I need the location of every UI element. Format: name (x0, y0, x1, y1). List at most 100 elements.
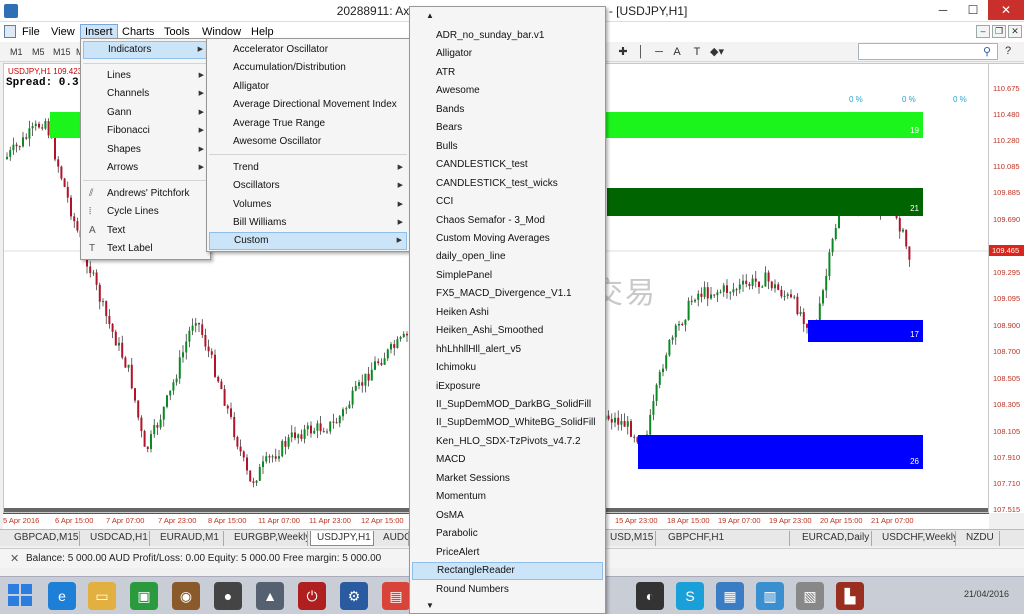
supply-zone[interactable]: 21 (607, 188, 923, 216)
chart-tab[interactable]: EURCAD,Daily (796, 531, 872, 546)
menu-item-custom-indicator[interactable]: Momentum (412, 488, 603, 506)
menu-item-oscillators[interactable]: Oscillators ▶ (209, 177, 407, 195)
menu-item-custom-indicator[interactable]: ATR (412, 64, 603, 82)
menu-item-custom-indicator[interactable]: CCI (412, 193, 603, 211)
menu-item-custom-indicator[interactable]: Ichimoku (412, 359, 603, 377)
menu-item-custom-indicator[interactable]: Chaos Semafor - 3_Mod (412, 212, 603, 230)
menu-item-custom-indicator[interactable]: SimplePanel (412, 267, 603, 285)
store-icon[interactable]: ▣ (130, 582, 158, 610)
chart-tab[interactable]: EURAUD,M1 (154, 531, 224, 546)
menu-item-custom-indicator[interactable]: CANDLESTICK_test (412, 156, 603, 174)
chart-tab[interactable]: GBPCAD,M15 (8, 531, 80, 546)
menu-item-fibonacci[interactable]: Fibonacci ▶ (83, 122, 208, 140)
menu-item-indicator[interactable]: Accelerator Oscillator (209, 41, 407, 59)
menu-item-indicator[interactable]: Awesome Oscillator (209, 133, 407, 151)
start-button[interactable] (8, 584, 34, 608)
menu-item-custom-indicator[interactable]: Bulls (412, 138, 603, 156)
media-icon[interactable]: ● (214, 582, 242, 610)
trading-terminal-icon[interactable]: ▙ (836, 582, 864, 610)
menu-item-custom[interactable]: Custom ▶ (209, 232, 407, 250)
menu-item-bill-williams[interactable]: Bill Williams ▶ (209, 214, 407, 232)
menu-item-andrews-pitchfork[interactable]: ⫽ Andrews' Pitchfork (83, 185, 208, 203)
shapes-dropdown-icon[interactable]: ◆▾ (709, 45, 725, 59)
chart-tab[interactable]: AUDC (377, 531, 409, 546)
scroll-up-icon[interactable]: ▲ (426, 11, 434, 20)
menu-item-indicator[interactable]: Accumulation/Distribution (209, 59, 407, 77)
app-icon[interactable]: ▧ (796, 582, 824, 610)
timeframe-m5[interactable]: M5 (30, 45, 47, 59)
text-tool-icon[interactable]: A (669, 45, 685, 59)
app-icon[interactable]: ▲ (256, 582, 284, 610)
mdi-restore-button[interactable]: ❐ (992, 25, 1006, 38)
menu-item-custom-indicator[interactable]: daily_open_line (412, 248, 603, 266)
menu-item-indicators[interactable]: Indicators ▶ (83, 41, 208, 59)
app-icon[interactable]: ▥ (756, 582, 784, 610)
menu-item-text[interactable]: A Text (83, 222, 208, 240)
demand-zone[interactable]: 26 (638, 435, 923, 469)
settings-icon[interactable]: ⚙ (340, 582, 368, 610)
menu-item-custom-indicator[interactable]: Parabolic (412, 525, 603, 543)
menu-item-indicator[interactable]: Alligator (209, 78, 407, 96)
menu-item-custom-indicator[interactable]: II_SupDemMOD_WhiteBG_SolidFill (412, 414, 603, 432)
menu-item-custom-indicator[interactable]: Bears (412, 119, 603, 137)
text-label-tool-icon[interactable]: T (689, 45, 705, 59)
menu-item-trend[interactable]: Trend ▶ (209, 159, 407, 177)
search-input[interactable] (858, 43, 998, 60)
menu-item-indicator[interactable]: Average Directional Movement Index (209, 96, 407, 114)
search-icon[interactable]: ⚲ (983, 45, 991, 58)
menu-item-custom-indicator[interactable]: MACD (412, 451, 603, 469)
power-icon[interactable]: ⏻ (298, 582, 326, 610)
skype-icon[interactable]: S (676, 582, 704, 610)
vertical-line-icon[interactable]: │ (633, 45, 649, 59)
help-icon[interactable]: ? (1005, 45, 1011, 57)
menu-item-shapes[interactable]: Shapes ▶ (83, 141, 208, 159)
app-icon[interactable]: ▦ (716, 582, 744, 610)
timeframe-m15[interactable]: M15 (51, 45, 73, 59)
menu-item-custom-indicator[interactable]: Awesome (412, 82, 603, 100)
menu-item-volumes[interactable]: Volumes ▶ (209, 196, 407, 214)
menu-item-custom-indicator[interactable]: Custom Moving Averages (412, 230, 603, 248)
crosshair-icon[interactable]: ✚ (615, 45, 631, 59)
scroll-down-icon[interactable]: ▼ (426, 601, 434, 610)
demand-zone[interactable]: 17 (808, 320, 923, 342)
menu-item-custom-indicator[interactable]: FX5_MACD_Divergence_V1.1 (412, 285, 603, 303)
chart-tab-active[interactable]: USDJPY,H1 (310, 531, 374, 546)
menu-item-custom-indicator[interactable]: Round Numbers (412, 581, 603, 599)
menu-view[interactable]: View (47, 24, 79, 40)
menu-item-custom-indicator[interactable]: CANDLESTICK_test_wicks (412, 175, 603, 193)
browser-icon[interactable]: e (48, 582, 76, 610)
minimize-button[interactable]: ─ (928, 0, 958, 20)
app-icon[interactable]: ◉ (172, 582, 200, 610)
document-icon[interactable] (4, 25, 16, 38)
menu-item-lines[interactable]: Lines ▶ (83, 67, 208, 85)
menu-item-gann[interactable]: Gann ▶ (83, 104, 208, 122)
chart-tab[interactable]: NZDU (960, 531, 1000, 546)
close-button[interactable]: ✕ (988, 0, 1024, 20)
menu-item-custom-indicator[interactable]: Heiken Ashi (412, 304, 603, 322)
mdi-minimize-button[interactable]: – (976, 25, 990, 38)
horizontal-line-icon[interactable]: ─ (651, 45, 667, 59)
close-icon[interactable]: ✕ (10, 552, 19, 565)
maximize-button[interactable]: ☐ (958, 0, 988, 20)
menu-item-custom-indicator[interactable]: iExposure (412, 378, 603, 396)
chart-tab[interactable]: USDCHF,Weekly (876, 531, 956, 546)
menu-item-channels[interactable]: Channels ▶ (83, 85, 208, 103)
folder-icon[interactable]: ▭ (88, 582, 116, 610)
menu-file[interactable]: File (18, 24, 44, 40)
menu-item-custom-indicator[interactable]: Market Sessions (412, 470, 603, 488)
timeframe-m1[interactable]: M1 (8, 45, 25, 59)
menu-item-custom-indicator[interactable]: Bands (412, 101, 603, 119)
menu-item-cycle-lines[interactable]: ⦙ Cycle Lines (83, 203, 208, 221)
menu-item-custom-indicator[interactable]: OsMA (412, 507, 603, 525)
menu-item-custom-indicator[interactable]: Alligator (412, 45, 603, 63)
app-icon[interactable]: ◐ (636, 582, 664, 610)
mdi-close-button[interactable]: ✕ (1008, 25, 1022, 38)
menu-item-custom-indicator[interactable]: II_SupDemMOD_DarkBG_SolidFill (412, 396, 603, 414)
menu-item-indicator[interactable]: Average True Range (209, 115, 407, 133)
chart-tab[interactable]: GBPCHF,H1 (662, 531, 790, 546)
menu-item-custom-indicator[interactable]: PriceAlert (412, 544, 603, 562)
menu-item-custom-indicator[interactable]: RectangleReader (412, 562, 603, 581)
chart-tab[interactable]: EURGBP,Weekly (228, 531, 308, 546)
menu-item-custom-indicator[interactable]: Heiken_Ashi_Smoothed (412, 322, 603, 340)
menu-item-custom-indicator[interactable]: ADR_no_sunday_bar.v1 (412, 27, 603, 45)
